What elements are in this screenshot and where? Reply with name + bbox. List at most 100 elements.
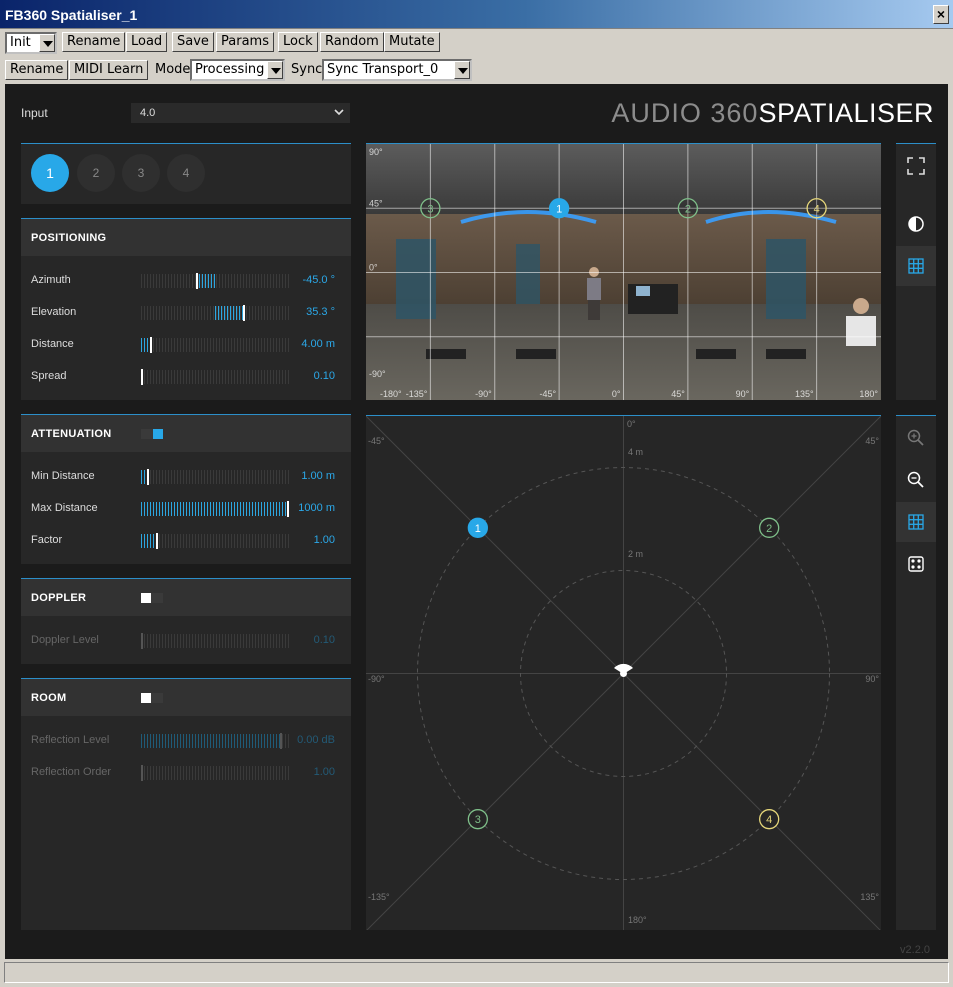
chair-shape	[426, 349, 466, 359]
min-distance-slider[interactable]	[141, 469, 289, 485]
slider-thumb[interactable]	[150, 337, 152, 353]
midi-learn-button[interactable]: MIDI Learn	[69, 60, 149, 80]
source-button-3[interactable]: 3	[122, 154, 160, 192]
angle-label-left: -90°	[368, 674, 385, 684]
sync-select-value: Sync Transport_0	[327, 62, 439, 77]
zoom-out-icon	[907, 471, 924, 488]
slider-thumb[interactable]	[141, 765, 143, 781]
slider-thumb[interactable]	[156, 533, 158, 549]
toggle-knob	[153, 429, 163, 439]
room-panel: ROOM Reflection Level 0.00 dB Reflection…	[21, 678, 351, 930]
zoom-in-button[interactable]	[896, 418, 936, 458]
elevation-value[interactable]: 35.3 °	[306, 306, 335, 318]
angle-label-bottom-left: -135°	[368, 892, 390, 902]
doppler-toggle[interactable]	[141, 593, 163, 603]
attenuation-toggle[interactable]	[141, 429, 163, 439]
room-toggle[interactable]	[141, 693, 163, 703]
map-tools	[896, 415, 936, 930]
angle-label-top-right: 45°	[865, 436, 879, 446]
elevation-row: Elevation 35.3 °	[21, 303, 351, 323]
reflection-level-slider[interactable]	[141, 733, 289, 749]
positioning-panel: POSITIONING Azimuth -45.0 ° Elevation 35…	[21, 218, 351, 400]
slider-thumb[interactable]	[280, 733, 282, 749]
distance-row: Distance 4.00 m	[21, 335, 351, 355]
spread-value[interactable]: 0.10	[314, 370, 335, 382]
sync-select[interactable]: Sync Transport_0	[322, 59, 472, 81]
azimuth-label: Azimuth	[31, 274, 71, 286]
source-button-4[interactable]: 4	[167, 154, 205, 192]
video-grid-button[interactable]	[896, 246, 936, 286]
video-azimuth-label: 135°	[795, 389, 814, 399]
rename-button[interactable]: Rename	[5, 60, 69, 80]
random-button[interactable]: Random	[320, 32, 384, 52]
factor-slider[interactable]	[141, 533, 289, 549]
contrast-button[interactable]	[896, 204, 936, 244]
elevation-label: Elevation	[31, 306, 77, 318]
slider-thumb[interactable]	[147, 469, 149, 485]
fullscreen-icon	[907, 157, 925, 175]
topdown-view[interactable]: 0° -45° 45° -90° 90° -135° 135° 180° 4 m…	[366, 415, 881, 930]
load-button[interactable]: Load	[126, 32, 168, 52]
fullscreen-button[interactable]	[896, 146, 936, 186]
reflection-order-slider[interactable]	[141, 765, 289, 781]
speaker-layout-button[interactable]	[896, 544, 936, 584]
mode-select-value: Processing	[195, 62, 265, 77]
curtain-shape	[516, 244, 540, 304]
reflection-order-value[interactable]: 1.00	[314, 766, 335, 778]
lock-button[interactable]: Lock	[278, 32, 318, 52]
curtain-shape	[766, 239, 806, 319]
distance-value[interactable]: 4.00 m	[301, 338, 335, 350]
topdown-source-marker-label: 1	[475, 523, 481, 535]
logo-text-bold: SPATIALISER	[758, 98, 934, 128]
source-button-2[interactable]: 2	[77, 154, 115, 192]
input-format-select[interactable]: 4.0	[131, 103, 350, 123]
window-title: FB360 Spatialiser_1	[5, 7, 138, 23]
chair-shape	[766, 349, 806, 359]
input-label: Input	[21, 106, 48, 120]
video-elevation-label: 45°	[369, 198, 383, 208]
source-button-1[interactable]: 1	[31, 154, 69, 192]
slider-thumb[interactable]	[141, 633, 143, 649]
map-grid-button[interactable]	[896, 502, 936, 542]
mutate-button[interactable]: Mutate	[384, 32, 440, 52]
doppler-level-slider[interactable]	[141, 633, 289, 649]
doppler-panel: DOPPLER Doppler Level 0.10	[21, 578, 351, 664]
chevron-down-icon	[39, 34, 55, 52]
azimuth-slider[interactable]	[141, 273, 289, 289]
doppler-level-value[interactable]: 0.10	[314, 634, 335, 646]
slider-thumb[interactable]	[287, 501, 289, 517]
video-azimuth-label: -135°	[406, 389, 428, 399]
distance-slider[interactable]	[141, 337, 289, 353]
rename-preset-button[interactable]: Rename	[62, 32, 126, 52]
params-button[interactable]: Params	[216, 32, 274, 52]
person-shape	[587, 278, 601, 300]
elevation-slider[interactable]	[141, 305, 289, 321]
grid-icon	[908, 258, 924, 274]
spread-slider[interactable]	[141, 369, 289, 385]
video-elevation-label: 0°	[369, 263, 378, 273]
doppler-header: DOPPLER	[21, 579, 351, 616]
zoom-out-button[interactable]	[896, 460, 936, 500]
mode-select[interactable]: Processing	[190, 59, 285, 81]
close-window-button[interactable]: ×	[933, 5, 949, 24]
video-panorama[interactable]: 90° 45° 0° -90° -180° -135° -90° -45° 0° 45° 90° 1…	[366, 143, 881, 400]
slider-thumb[interactable]	[196, 273, 198, 289]
factor-value[interactable]: 1.00	[314, 534, 335, 546]
positioning-title: POSITIONING	[31, 232, 107, 244]
doppler-title: DOPPLER	[31, 592, 87, 604]
spread-row: Spread 0.10	[21, 367, 351, 387]
save-button[interactable]: Save	[172, 32, 214, 52]
slider-thumb[interactable]	[141, 369, 143, 385]
preset-select[interactable]: Init	[5, 32, 57, 54]
azimuth-value[interactable]: -45.0 °	[302, 274, 335, 286]
max-distance-value[interactable]: 1000 m	[298, 502, 335, 514]
video-azimuth-label: -45°	[540, 389, 557, 399]
max-distance-slider[interactable]	[141, 501, 289, 517]
reflection-level-value[interactable]: 0.00 dB	[297, 734, 335, 746]
video-source-marker-label: 3	[427, 203, 433, 215]
attenuation-panel: ATTENUATION Min Distance 1.00 m Max Dist…	[21, 414, 351, 564]
reflection-level-row: Reflection Level 0.00 dB	[21, 731, 351, 751]
slider-thumb[interactable]	[243, 305, 245, 321]
video-elevation-label: 90°	[369, 147, 383, 157]
min-distance-value[interactable]: 1.00 m	[301, 470, 335, 482]
